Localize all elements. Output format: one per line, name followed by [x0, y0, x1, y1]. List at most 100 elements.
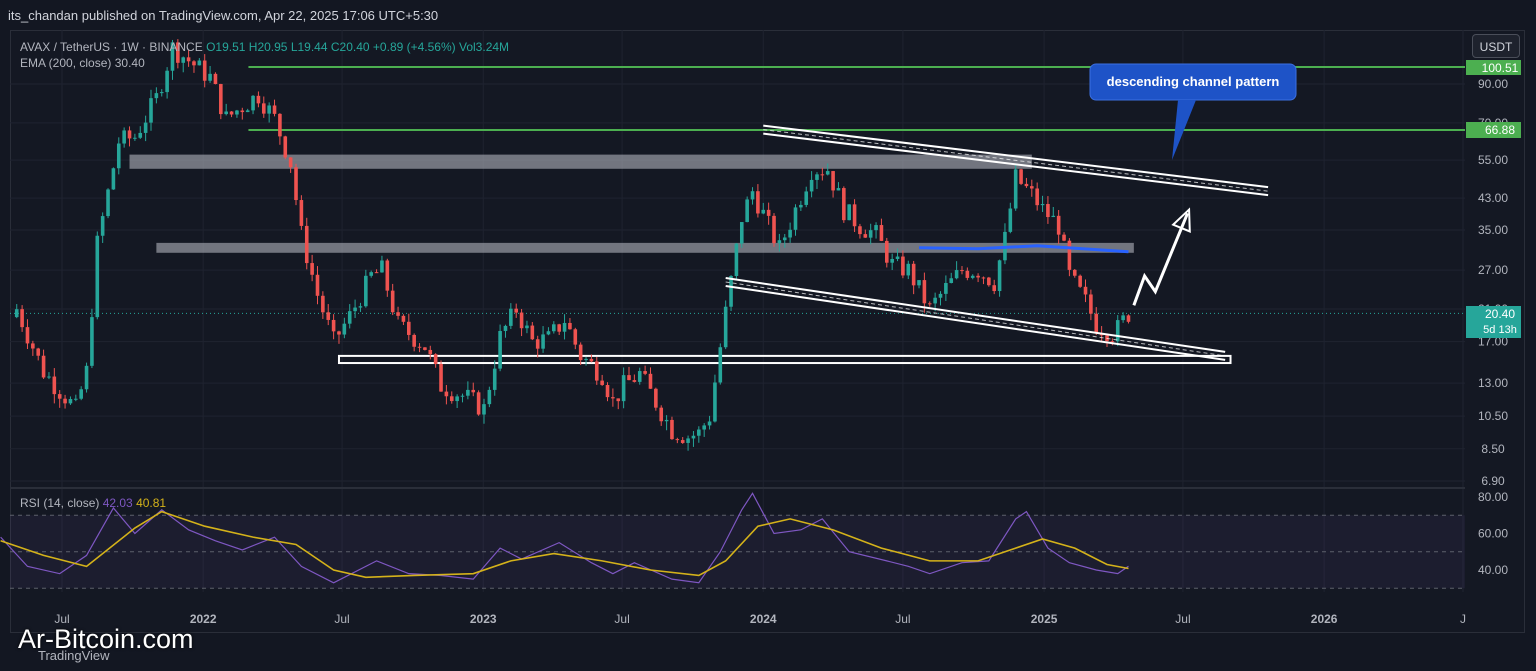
candle[interactable]	[514, 303, 519, 318]
candle[interactable]	[304, 217, 309, 270]
candle[interactable]	[1003, 223, 1007, 265]
candle[interactable]	[659, 405, 664, 426]
candle[interactable]	[116, 137, 121, 175]
candle[interactable]	[1121, 312, 1125, 323]
candle[interactable]	[439, 360, 443, 392]
candle[interactable]	[466, 381, 470, 400]
candle[interactable]	[256, 91, 261, 108]
candle[interactable]	[745, 196, 749, 223]
candle[interactable]	[557, 323, 561, 335]
candle[interactable]	[868, 223, 873, 245]
candle[interactable]	[294, 163, 298, 206]
candle[interactable]	[1056, 210, 1061, 244]
candle[interactable]	[1089, 289, 1093, 321]
candle[interactable]	[632, 374, 637, 383]
candle[interactable]	[847, 204, 851, 221]
candle[interactable]	[390, 283, 395, 316]
candle[interactable]	[476, 390, 481, 416]
candle[interactable]	[1046, 196, 1050, 224]
candle[interactable]	[455, 394, 459, 409]
candle[interactable]	[401, 314, 406, 326]
candle[interactable]	[192, 60, 196, 73]
candle[interactable]	[906, 260, 911, 280]
candle[interactable]	[310, 254, 314, 282]
candle[interactable]	[471, 382, 476, 397]
candle[interactable]	[519, 308, 524, 337]
candle[interactable]	[718, 343, 723, 385]
candle[interactable]	[224, 103, 228, 116]
candle[interactable]	[283, 135, 288, 160]
candle[interactable]	[707, 415, 712, 430]
candle[interactable]	[460, 393, 465, 403]
candle[interactable]	[842, 186, 846, 223]
candle[interactable]	[41, 349, 46, 379]
candle[interactable]	[1062, 232, 1066, 242]
candle[interactable]	[111, 167, 116, 190]
candle[interactable]	[761, 202, 766, 215]
candle[interactable]	[406, 313, 411, 341]
candle[interactable]	[245, 108, 250, 113]
candle[interactable]	[723, 300, 728, 350]
candle[interactable]	[670, 416, 674, 440]
candle[interactable]	[122, 127, 126, 148]
candle[interactable]	[960, 266, 964, 275]
candle[interactable]	[208, 65, 212, 83]
currency-button[interactable]: USDT	[1472, 34, 1520, 58]
candle[interactable]	[100, 212, 105, 243]
candle[interactable]	[546, 327, 551, 336]
support-zone[interactable]	[337, 354, 1232, 365]
candle[interactable]	[541, 326, 545, 353]
candle[interactable]	[1024, 177, 1029, 188]
candle[interactable]	[911, 260, 916, 295]
candle[interactable]	[949, 272, 954, 284]
candle[interactable]	[691, 431, 696, 447]
ema-legend[interactable]: EMA (200, close) 30.40	[20, 56, 145, 70]
candle[interactable]	[766, 202, 771, 225]
candle[interactable]	[836, 182, 841, 191]
candle[interactable]	[987, 276, 991, 287]
candle[interactable]	[106, 188, 110, 219]
candle[interactable]	[772, 213, 776, 247]
candle[interactable]	[654, 387, 658, 411]
candle[interactable]	[347, 304, 352, 329]
candle[interactable]	[288, 157, 293, 173]
candle[interactable]	[750, 187, 755, 205]
channel-lower-line[interactable]	[725, 285, 1226, 361]
candle[interactable]	[938, 291, 943, 306]
candle[interactable]	[487, 386, 492, 408]
candle[interactable]	[138, 126, 143, 139]
candle[interactable]	[965, 267, 970, 281]
candle[interactable]	[1051, 206, 1056, 218]
candle[interactable]	[133, 133, 137, 141]
candle[interactable]	[594, 356, 599, 385]
candle[interactable]	[970, 274, 975, 280]
candle[interactable]	[449, 391, 454, 404]
candle[interactable]	[385, 258, 390, 297]
candle[interactable]	[326, 304, 331, 326]
candle[interactable]	[219, 83, 223, 120]
candle[interactable]	[272, 99, 277, 117]
candle[interactable]	[616, 398, 621, 410]
candle[interactable]	[562, 314, 567, 340]
candle[interactable]	[1126, 314, 1131, 324]
candle[interactable]	[573, 327, 578, 350]
candle[interactable]	[605, 382, 610, 402]
candle[interactable]	[1035, 182, 1039, 211]
candle[interactable]	[423, 347, 427, 351]
candle[interactable]	[815, 172, 819, 189]
candle[interactable]	[79, 386, 83, 401]
symbol-legend[interactable]: AVAX / TetherUS · 1W · BINANCE O19.51 H2…	[20, 38, 509, 56]
candle[interactable]	[52, 368, 57, 404]
candle[interactable]	[793, 204, 798, 236]
candle[interactable]	[364, 269, 368, 308]
candle[interactable]	[267, 102, 271, 123]
candle[interactable]	[535, 335, 540, 358]
candle[interactable]	[1013, 164, 1018, 211]
candle[interactable]	[734, 242, 739, 280]
candle[interactable]	[831, 170, 835, 198]
candle[interactable]	[251, 95, 255, 115]
candle[interactable]	[799, 200, 803, 211]
candle[interactable]	[1019, 168, 1023, 186]
candle[interactable]	[804, 186, 809, 208]
candle[interactable]	[525, 320, 529, 334]
